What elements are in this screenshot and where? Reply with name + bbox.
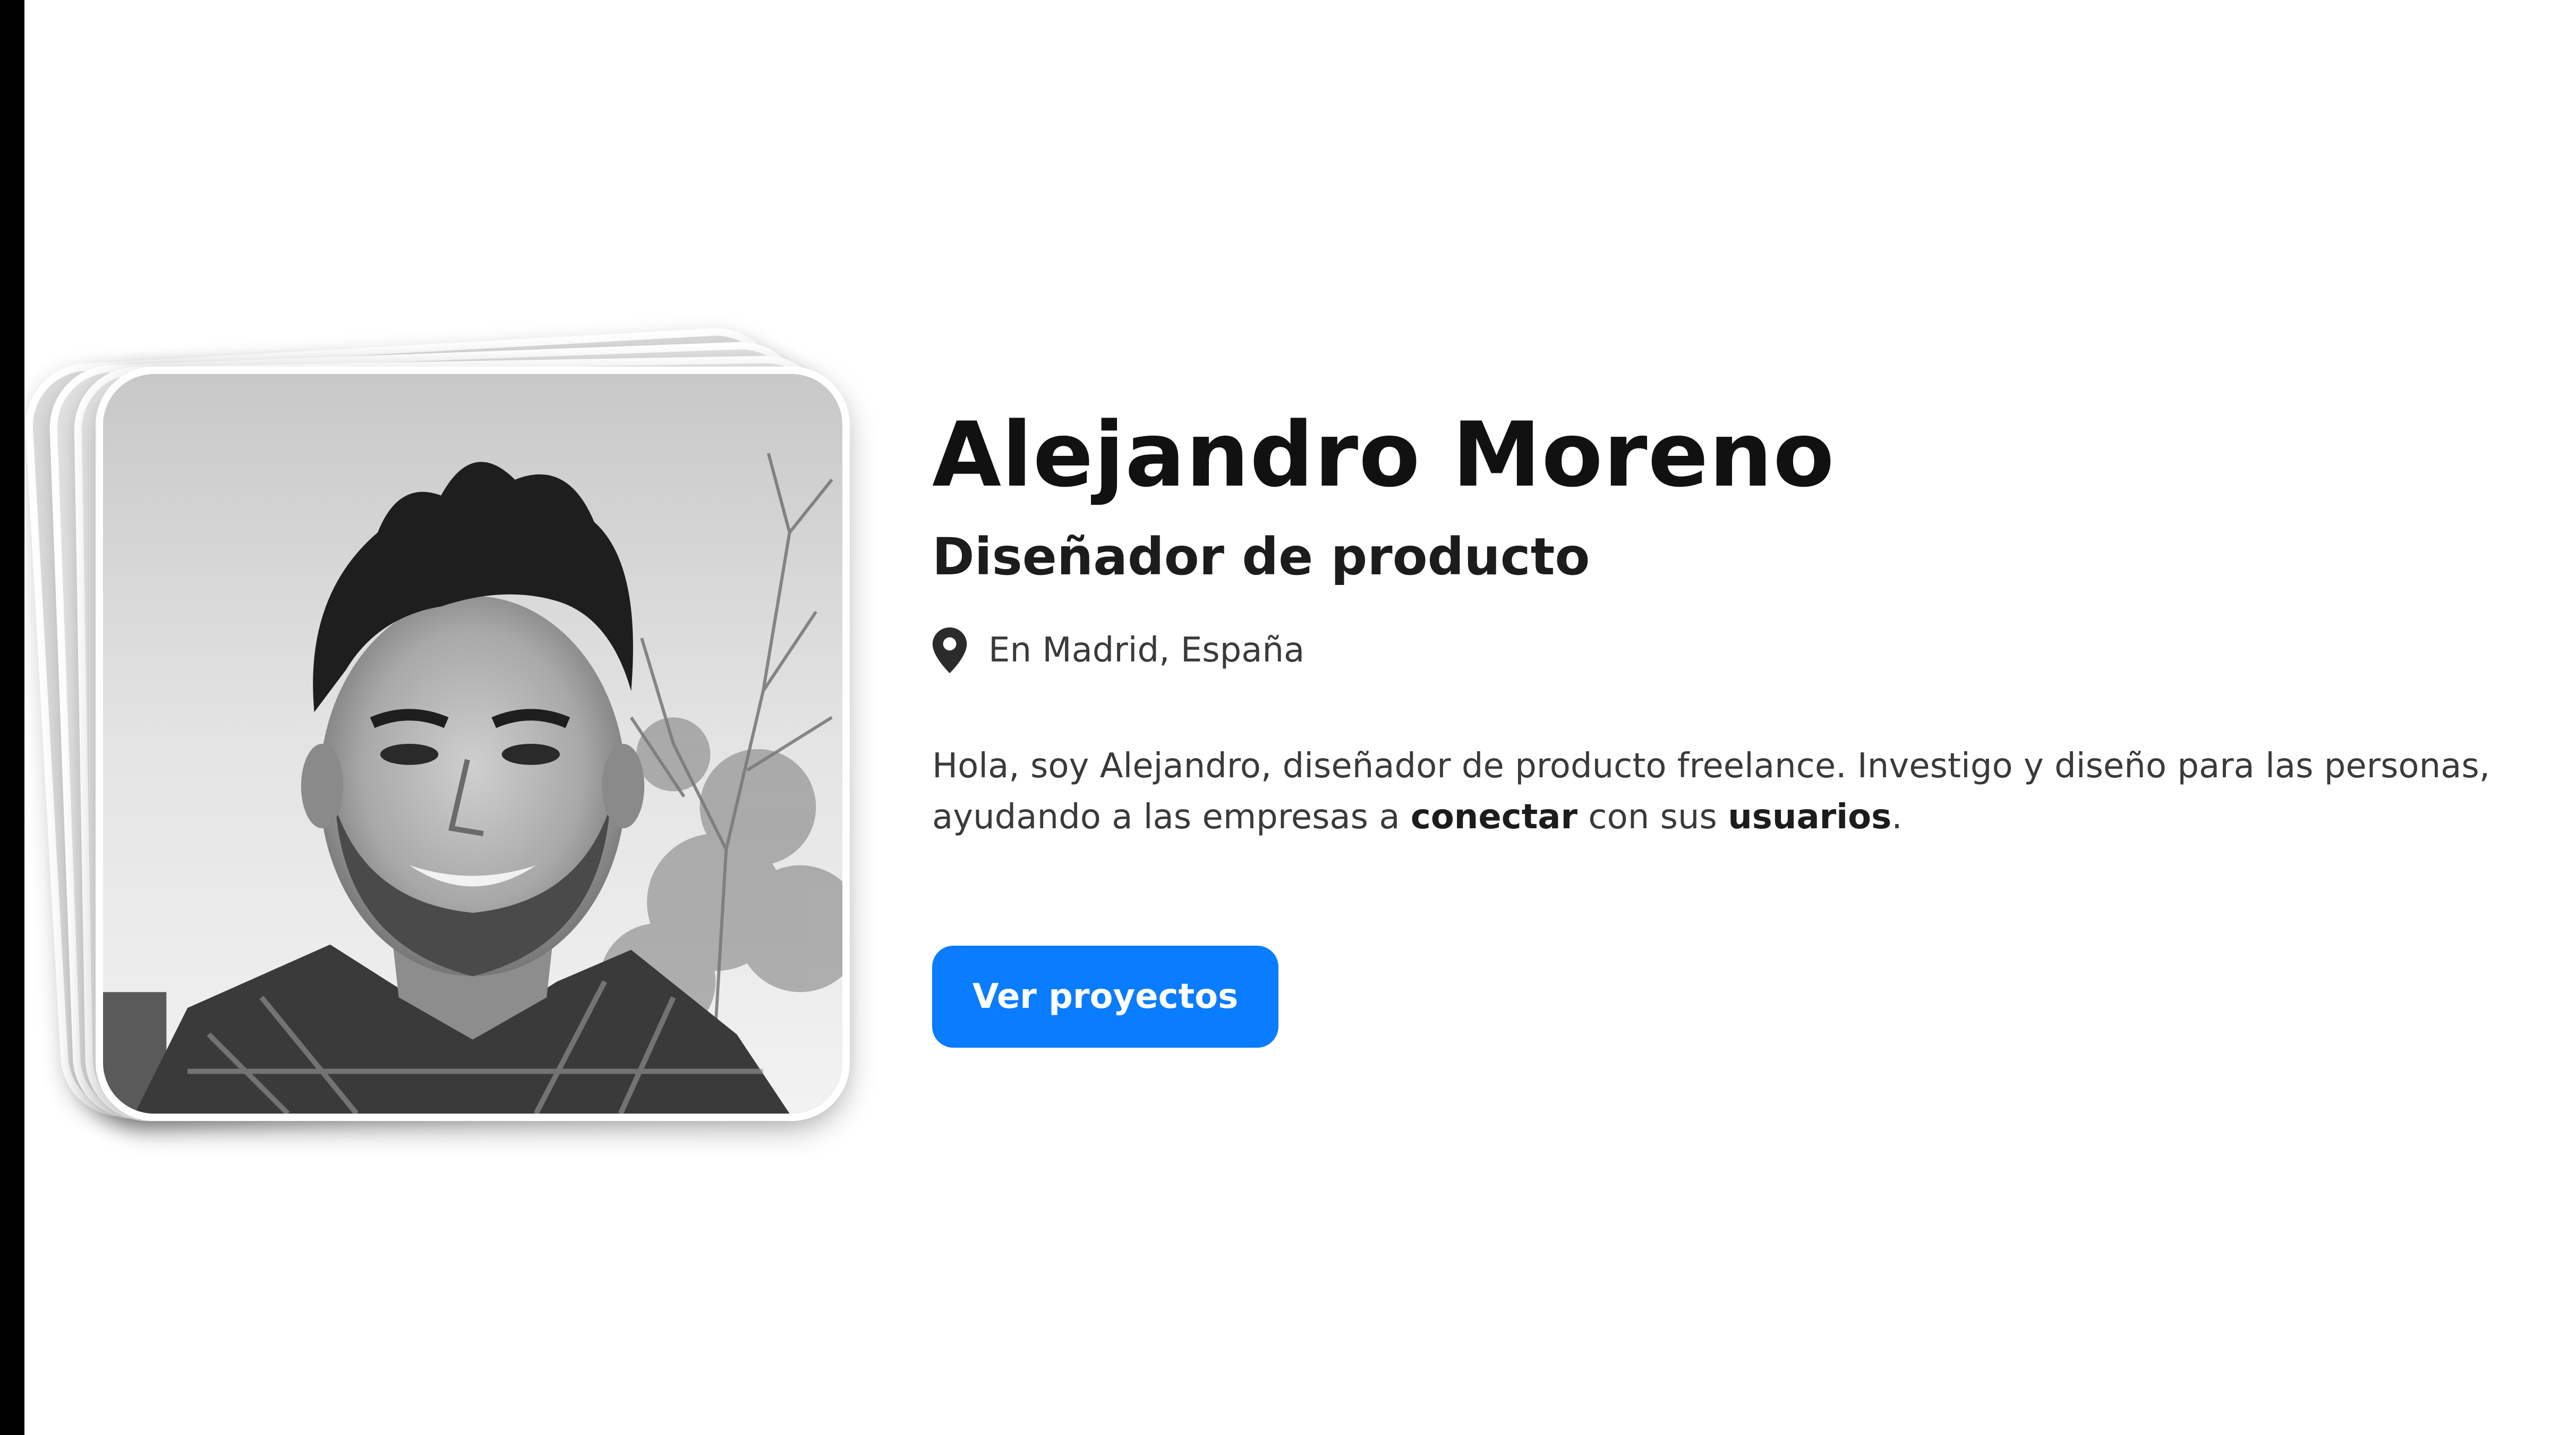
bio-emphasis-usuarios: usuarios bbox=[1728, 797, 1892, 837]
location-row: En Madrid, España bbox=[932, 624, 2526, 677]
profile-content: Alejandro Moreno Diseñador de producto E… bbox=[932, 403, 2526, 1048]
location-text: En Madrid, España bbox=[988, 630, 1305, 670]
map-pin-icon bbox=[932, 627, 967, 673]
portrait-illustration bbox=[103, 374, 842, 1114]
profile-name: Alejandro Moreno bbox=[932, 403, 1835, 507]
view-projects-button[interactable]: Ver proyectos bbox=[932, 945, 1278, 1048]
profile-photo bbox=[96, 367, 850, 1121]
profile-bio: Hola, soy Alejandro, diseñador de produc… bbox=[932, 741, 2504, 843]
profile-photo-stack bbox=[22, 303, 882, 1153]
bio-text-2: con sus bbox=[1577, 797, 1728, 837]
bio-text-3: . bbox=[1891, 797, 1903, 837]
left-edge-bar bbox=[0, 0, 24, 1435]
profile-role: Diseñador de producto bbox=[932, 527, 1590, 587]
bio-emphasis-conectar: conectar bbox=[1410, 797, 1578, 837]
